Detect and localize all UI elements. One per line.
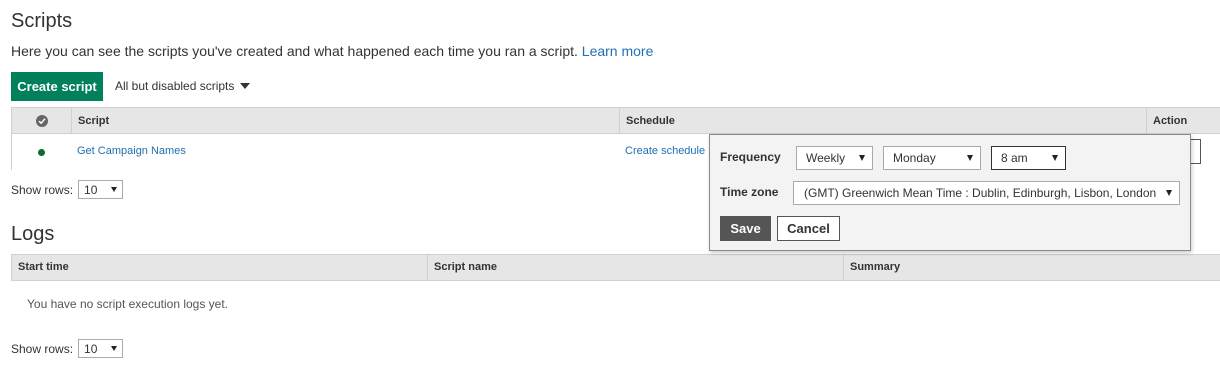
- logs-show-rows: Show rows: 10: [11, 339, 124, 358]
- page-title: Scripts: [11, 10, 73, 32]
- logs-empty-message: You have no script execution logs yet.: [27, 297, 229, 311]
- day-select[interactable]: Monday: [883, 146, 981, 170]
- schedule-popup: Frequency Weekly Monday 8 am Time zone (…: [709, 134, 1191, 251]
- time-select[interactable]: 8 am: [991, 146, 1066, 170]
- day-value: Monday: [893, 151, 936, 165]
- check-circle-icon[interactable]: [36, 115, 48, 127]
- time-value: 8 am: [1001, 151, 1028, 165]
- show-rows-label: Show rows:: [11, 341, 74, 356]
- column-header-start-time[interactable]: Start time: [12, 255, 427, 280]
- description-text: Here you can see the scripts you've crea…: [11, 43, 578, 59]
- scripts-rows-per-page-select[interactable]: 10: [78, 180, 124, 199]
- frequency-label: Frequency: [720, 150, 781, 164]
- triangle-down-icon: [859, 155, 865, 161]
- page-description: Here you can see the scripts you've crea…: [11, 42, 653, 60]
- rows-per-page-value: 10: [84, 341, 98, 356]
- logs-table-header: Start time Script name Summary: [12, 255, 1220, 280]
- timezone-label: Time zone: [720, 185, 779, 199]
- create-schedule-link[interactable]: Create schedule: [625, 145, 705, 157]
- triangle-down-icon: [1052, 155, 1058, 161]
- column-header-schedule[interactable]: Schedule: [619, 108, 1147, 134]
- scripts-show-rows: Show rows: 10: [11, 180, 124, 199]
- learn-more-link[interactable]: Learn more: [582, 43, 654, 59]
- triangle-down-icon: [111, 187, 118, 192]
- timezone-value: (GMT) Greenwich Mean Time : Dublin, Edin…: [804, 186, 1157, 200]
- triangle-down-icon: [1166, 190, 1172, 196]
- cancel-button[interactable]: Cancel: [777, 216, 840, 241]
- rows-per-page-value: 10: [84, 182, 98, 197]
- show-rows-label: Show rows:: [11, 182, 74, 197]
- create-script-button[interactable]: Create script: [11, 72, 103, 101]
- frequency-select[interactable]: Weekly: [796, 146, 873, 170]
- scripts-table-header: Script Schedule Action: [12, 108, 1220, 134]
- column-header-script[interactable]: Script: [71, 108, 619, 134]
- column-header-script-name[interactable]: Script name: [427, 255, 843, 280]
- column-header-summary[interactable]: Summary: [843, 255, 1220, 280]
- save-button[interactable]: Save: [720, 216, 771, 241]
- triangle-down-icon: [967, 155, 973, 161]
- frequency-value: Weekly: [806, 151, 846, 165]
- column-header-action: Action: [1146, 108, 1220, 134]
- logs-table: Start time Script name Summary: [11, 254, 1220, 281]
- script-filter-dropdown[interactable]: All but disabled scripts: [115, 79, 251, 93]
- script-filter-value: All but disabled scripts: [115, 79, 235, 93]
- script-name-link[interactable]: Get Campaign Names: [77, 145, 186, 157]
- triangle-down-icon: [240, 83, 251, 89]
- status-enabled-icon: [38, 149, 45, 156]
- triangle-down-icon: [111, 346, 118, 351]
- timezone-select[interactable]: (GMT) Greenwich Mean Time : Dublin, Edin…: [793, 181, 1180, 205]
- logs-title: Logs: [11, 223, 55, 245]
- logs-rows-per-page-select[interactable]: 10: [78, 339, 124, 358]
